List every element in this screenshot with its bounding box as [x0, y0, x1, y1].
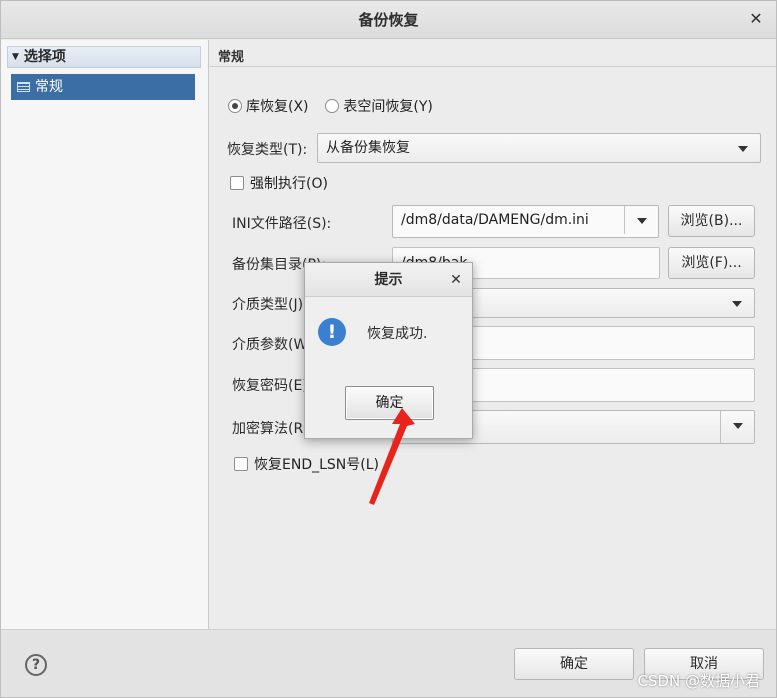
radio-unselected-icon[interactable] [325, 99, 340, 113]
radio-tablespace-label: 表空间恢复(Y) [343, 99, 433, 115]
restore-type-select[interactable]: 从备份集恢复 [317, 133, 761, 163]
title-bar: 备份恢复 ✕ [1, 1, 776, 39]
radio-db-label: 库恢复(X) [246, 99, 309, 115]
options-header-label: 选择项 [23, 49, 66, 65]
sidebar-item-general[interactable]: 常规 [11, 74, 195, 100]
chevron-down-icon[interactable] [720, 411, 754, 443]
close-icon[interactable]: ✕ [448, 263, 464, 297]
browse-ini-button[interactable]: 浏览(B)... [668, 205, 755, 237]
restore-password-label: 恢复密码(E): [232, 378, 313, 394]
dialog-message: 恢复成功. [367, 326, 428, 342]
checkbox-icon[interactable] [234, 457, 248, 471]
radio-db-restore[interactable]: 库恢复(X) [228, 99, 309, 115]
arrow-shape [369, 408, 415, 505]
ini-path-select[interactable]: /dm8/data/DAMENG/dm.ini [392, 205, 659, 238]
encrypt-algo-label: 加密算法(R): [232, 421, 314, 437]
ini-path-value: /dm8/data/DAMENG/dm.ini [401, 212, 589, 228]
checkbox-icon[interactable] [230, 176, 244, 190]
section-title: 常规 [218, 50, 245, 65]
restore-scope-radios: 库恢复(X) 表空间恢复(Y) [228, 96, 433, 116]
sidebar-item-label: 常规 [35, 79, 63, 95]
red-arrow-annotation [369, 408, 415, 505]
options-tree-header[interactable]: ▼ 选择项 [7, 46, 201, 68]
window-title: 备份恢复 [358, 11, 419, 29]
collapse-caret-icon[interactable]: ▼ [12, 47, 19, 67]
dialog-title-bar: 提示 ✕ [305, 263, 472, 297]
dialog-title: 提示 [374, 272, 403, 288]
chevron-down-icon[interactable] [624, 206, 658, 234]
force-execute-checkbox[interactable]: 强制执行(O) [230, 173, 328, 193]
end-lsn-checkbox[interactable]: 恢复END_LSN号(L) [234, 454, 379, 474]
watermark: CSDN @数据小君 [637, 672, 760, 690]
chevron-down-icon[interactable] [720, 289, 754, 317]
ini-path-label: INI文件路径(S): [232, 216, 332, 232]
close-icon[interactable]: ✕ [746, 9, 766, 29]
media-type-label: 介质类型(J): [232, 297, 308, 313]
force-execute-label: 强制执行(O) [250, 176, 328, 192]
options-panel: ▼ 选择项 常规 [1, 40, 209, 629]
list-icon [17, 82, 30, 92]
ok-button[interactable]: 确定 [514, 648, 634, 680]
restore-type-label: 恢复类型(T): [227, 142, 308, 158]
section-divider [210, 66, 776, 67]
restore-type-value: 从备份集恢复 [326, 140, 410, 156]
dialog-footer: ? 确定 取消 CSDN @数据小君 [1, 629, 776, 697]
chevron-down-icon[interactable] [726, 134, 760, 162]
info-icon: ! [318, 318, 346, 346]
radio-tablespace-restore[interactable]: 表空间恢复(Y) [325, 99, 433, 115]
general-settings-panel: 常规 库恢复(X) 表空间恢复(Y) 恢复类型(T): 从备份集恢复 强制执行(… [210, 40, 776, 629]
radio-selected-icon[interactable] [228, 99, 242, 113]
browse-dir-button[interactable]: 浏览(F)... [668, 247, 755, 279]
help-icon[interactable]: ? [25, 654, 47, 676]
